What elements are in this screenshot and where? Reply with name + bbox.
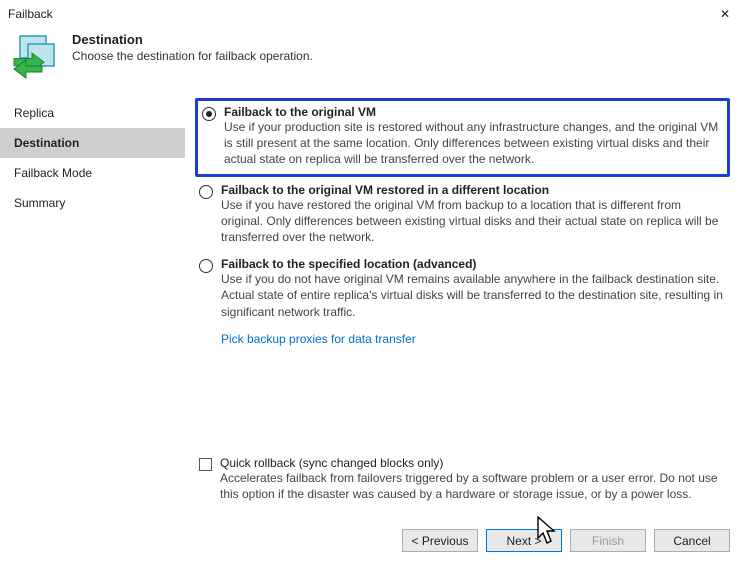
quick-rollback-row: Quick rollback (sync changed blocks only… bbox=[195, 456, 730, 502]
page-subtitle: Choose the destination for failback oper… bbox=[72, 49, 313, 63]
radio-original-vm[interactable] bbox=[202, 107, 216, 121]
option-different-location[interactable]: Failback to the original VM restored in … bbox=[195, 179, 730, 254]
content-panel: Failback to the original VM Use if your … bbox=[185, 92, 746, 562]
title-bar: Failback ✕ bbox=[0, 0, 746, 28]
quick-rollback-label[interactable]: Quick rollback (sync changed blocks only… bbox=[220, 456, 726, 470]
option-title: Failback to the original VM bbox=[224, 105, 723, 119]
sidebar-item-replica[interactable]: Replica bbox=[0, 98, 185, 128]
option-desc: Use if your production site is restored … bbox=[224, 119, 723, 168]
failback-icon bbox=[12, 32, 60, 80]
wizard-header: Destination Choose the destination for f… bbox=[0, 28, 746, 92]
option-title: Failback to the specified location (adva… bbox=[221, 257, 726, 271]
option-original-vm[interactable]: Failback to the original VM Use if your … bbox=[195, 98, 730, 177]
page-title: Destination bbox=[72, 32, 313, 47]
previous-button[interactable]: < Previous bbox=[402, 529, 478, 552]
radio-specified-location[interactable] bbox=[199, 259, 213, 273]
option-specified-location[interactable]: Failback to the specified location (adva… bbox=[195, 253, 730, 328]
wizard-steps: Replica Destination Failback Mode Summar… bbox=[0, 92, 185, 562]
quick-rollback-desc: Accelerates failback from failovers trig… bbox=[220, 470, 726, 502]
quick-rollback-checkbox[interactable] bbox=[199, 458, 212, 471]
finish-button: Finish bbox=[570, 529, 646, 552]
sidebar-item-failback-mode[interactable]: Failback Mode bbox=[0, 158, 185, 188]
cancel-button[interactable]: Cancel bbox=[654, 529, 730, 552]
option-title: Failback to the original VM restored in … bbox=[221, 183, 726, 197]
window-title: Failback bbox=[8, 7, 53, 21]
option-desc: Use if you have restored the original VM… bbox=[221, 197, 726, 246]
radio-different-location[interactable] bbox=[199, 185, 213, 199]
close-icon[interactable]: ✕ bbox=[712, 6, 738, 22]
sidebar-item-destination[interactable]: Destination bbox=[0, 128, 185, 158]
pick-proxies-link[interactable]: Pick backup proxies for data transfer bbox=[195, 328, 730, 346]
sidebar-item-summary[interactable]: Summary bbox=[0, 188, 185, 218]
wizard-buttons: < Previous Next > Finish Cancel bbox=[402, 529, 730, 552]
next-button[interactable]: Next > bbox=[486, 529, 562, 552]
option-desc: Use if you do not have original VM remai… bbox=[221, 271, 726, 320]
